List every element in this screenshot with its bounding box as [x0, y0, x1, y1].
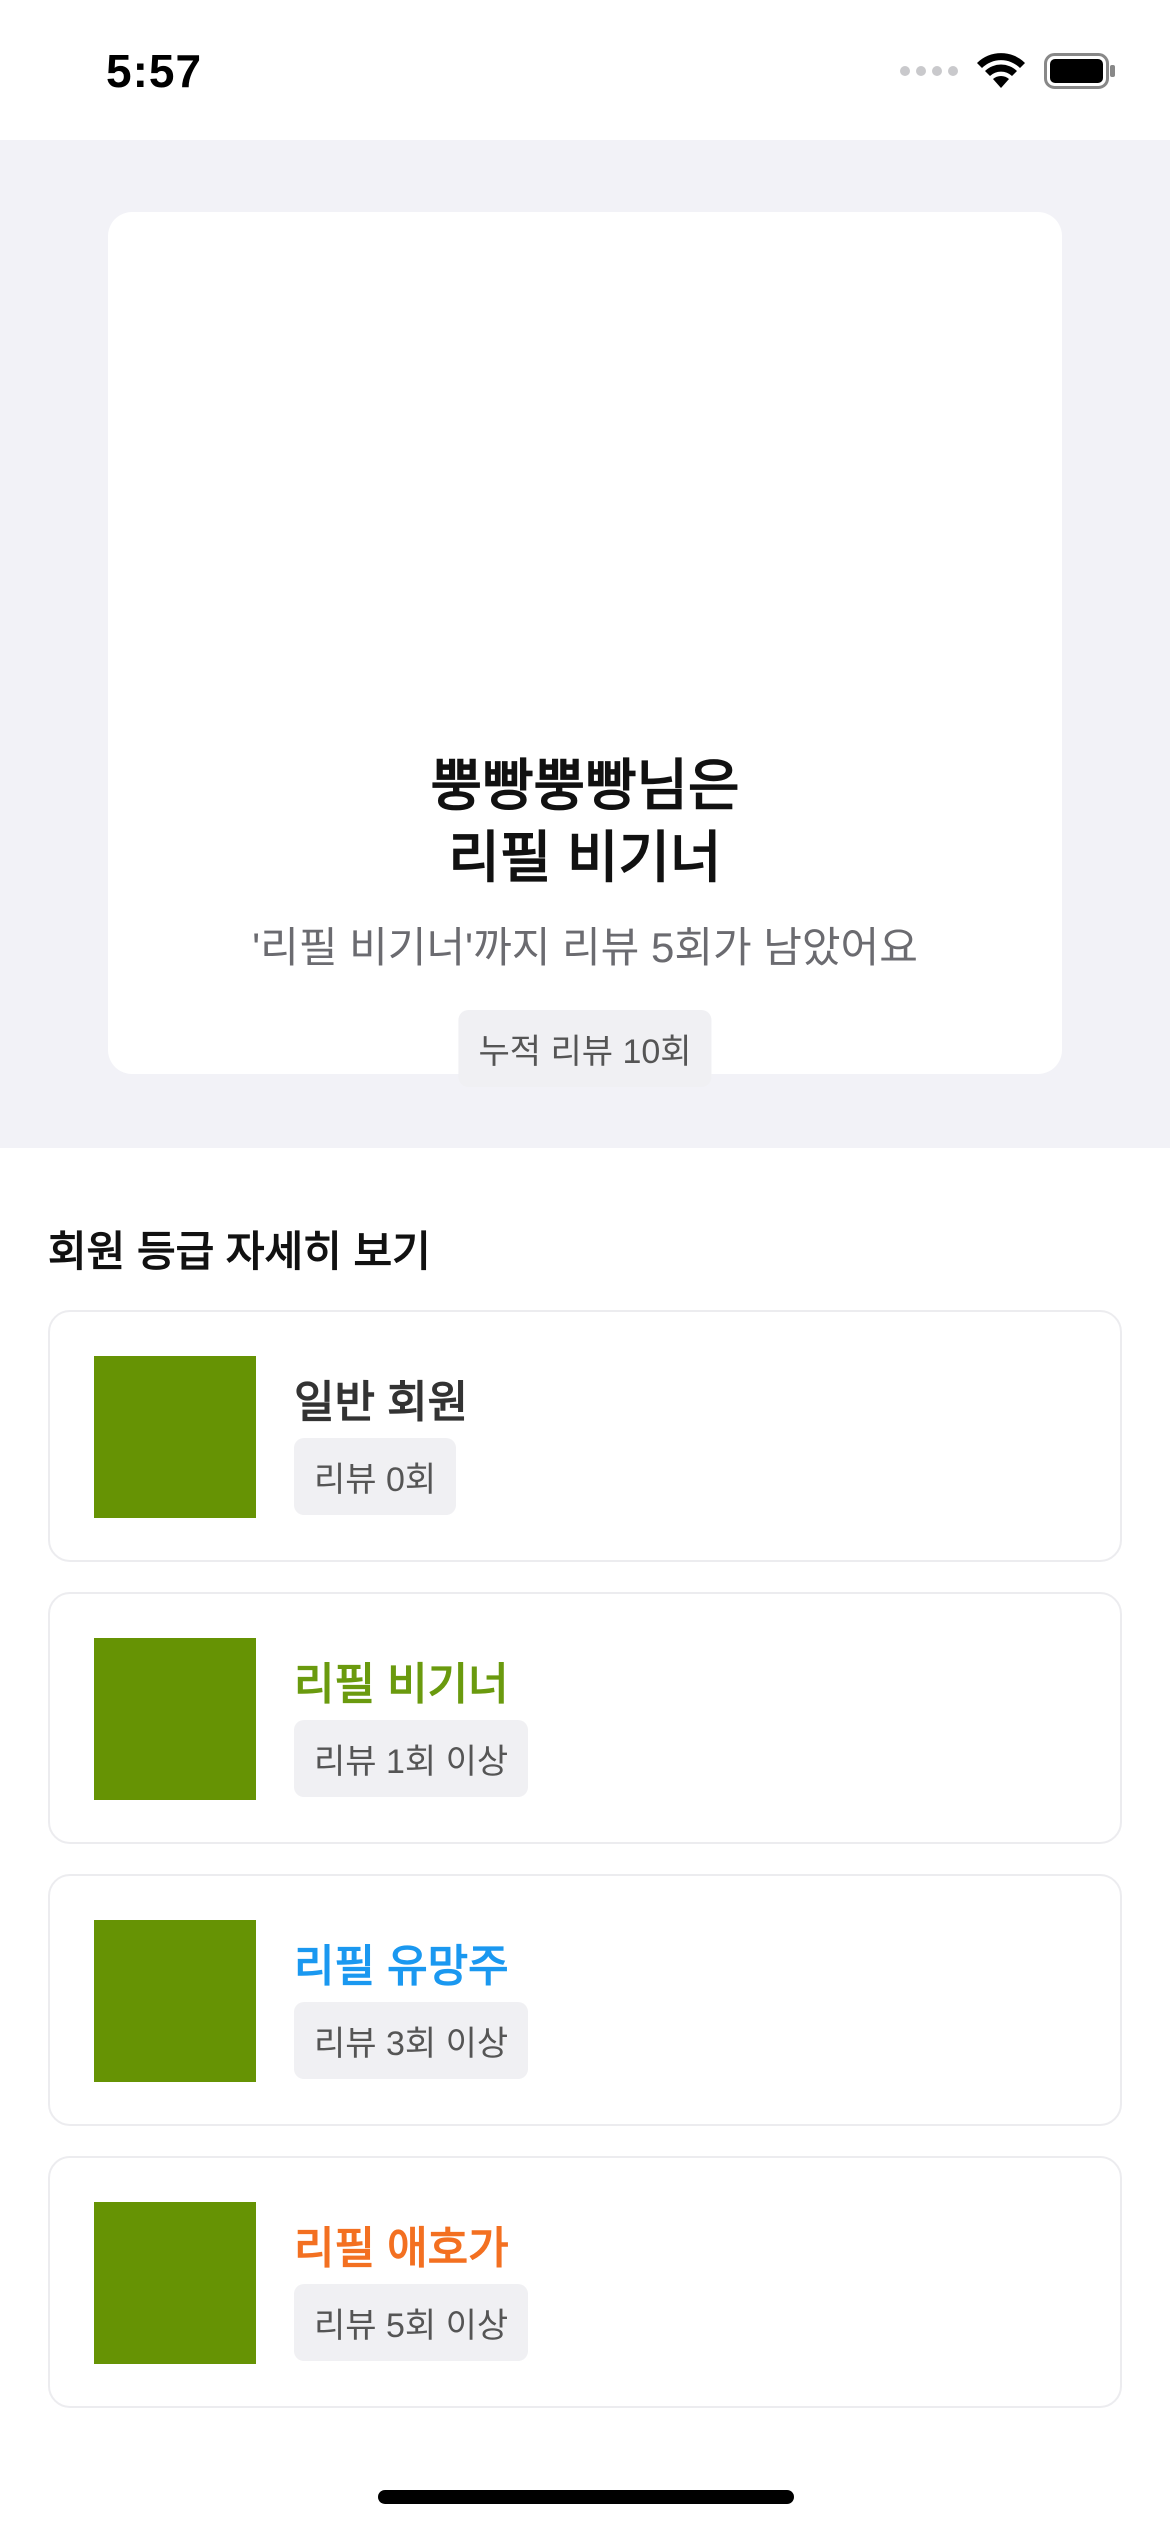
battery-icon	[1044, 53, 1115, 89]
grade-summary-card: 뿡빵뿡빵님은 리필 비기너 '리필 비기너'까지 리뷰 5회가 남았어요 누적 …	[108, 212, 1062, 1087]
grades-section-title: 회원 등급 자세히 보기	[48, 1228, 431, 1275]
total-review-badge: 누적 리뷰 10회	[458, 1010, 712, 1087]
grade-requirement-badge: 리뷰 3회 이상	[294, 2002, 529, 2079]
grade-requirement-badge: 리뷰 5회 이상	[294, 2284, 529, 2361]
status-bar: 5:57	[0, 0, 1170, 140]
status-time: 5:57	[106, 45, 203, 97]
home-indicator	[378, 2490, 794, 2504]
grade-card-general: 일반 회원 리뷰 0회	[48, 1310, 1122, 1562]
wifi-icon	[977, 53, 1025, 88]
status-icons	[900, 52, 1116, 90]
grade-name: 일반 회원	[294, 1378, 469, 1427]
grade-card-promising: 리필 유망주 리뷰 3회 이상	[48, 1874, 1122, 2126]
grade-name: 리필 비기너	[294, 1660, 509, 1709]
grade-thumbnail	[94, 1356, 256, 1518]
grade-name: 리필 유망주	[294, 1942, 509, 1991]
grade-thumbnail	[94, 1638, 256, 1800]
grade-requirement-badge: 리뷰 0회	[294, 1438, 457, 1515]
grade-card-beginner: 리필 비기너 리뷰 1회 이상	[48, 1592, 1122, 1844]
grade-thumbnail	[94, 2202, 256, 2364]
grade-list: 일반 회원 리뷰 0회 리필 비기너 리뷰 1회 이상 리필 유망주 리뷰 3회…	[48, 1310, 1122, 2438]
hero-title-grade: 리필 비기너	[448, 826, 722, 889]
grade-requirement-badge: 리뷰 1회 이상	[294, 1720, 529, 1797]
hero-section: 뿡빵뿡빵님은 리필 비기너 '리필 비기너'까지 리뷰 5회가 남았어요 누적 …	[0, 140, 1170, 1148]
signal-dots-icon	[900, 66, 958, 76]
grade-name: 리필 애호가	[294, 2224, 509, 2273]
grade-thumbnail	[94, 1920, 256, 2082]
hero-title-nickname: 뿡빵뿡빵님은	[430, 754, 740, 817]
grade-card-enthusiast: 리필 애호가 리뷰 5회 이상	[48, 2156, 1122, 2408]
hero-subtitle: '리필 비기너'까지 리뷰 5회가 남았어요	[252, 924, 918, 971]
